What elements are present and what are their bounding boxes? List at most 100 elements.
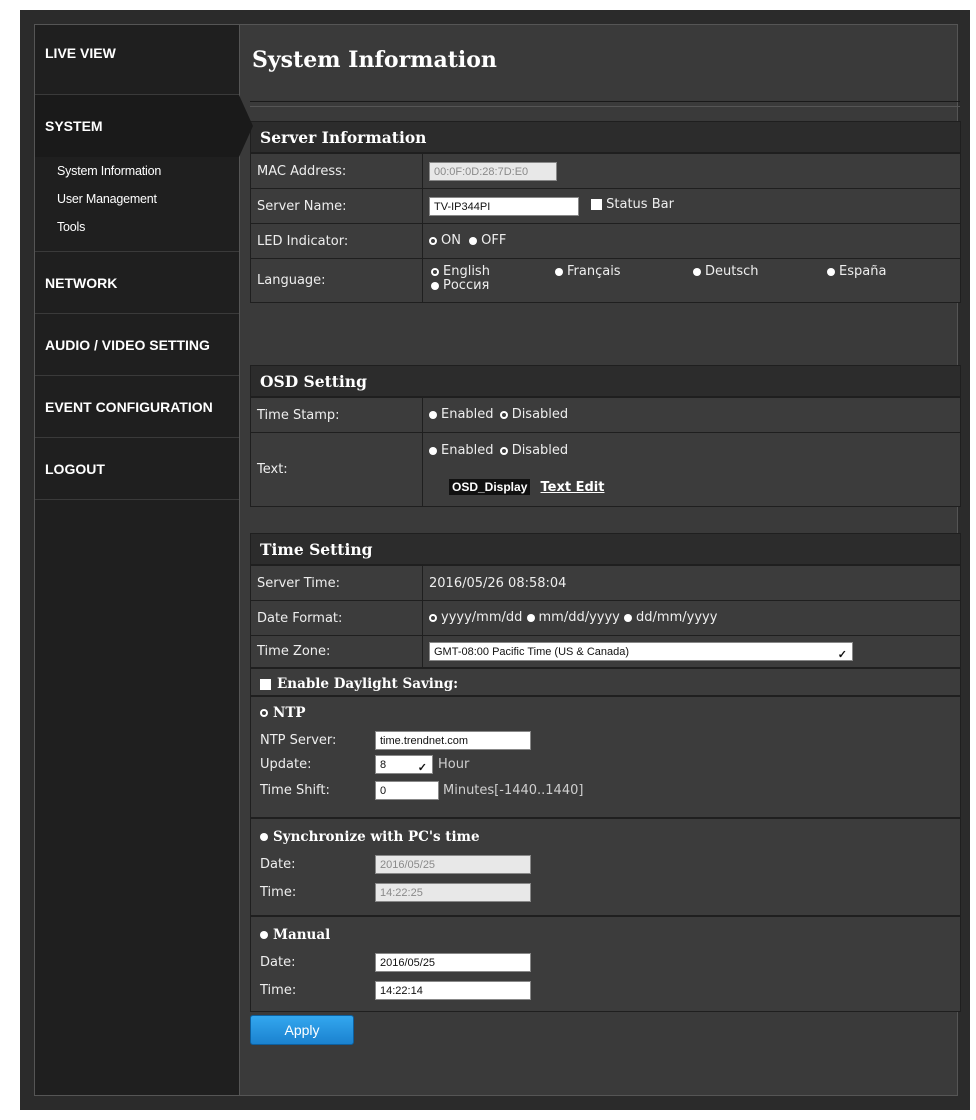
nav-event-label: EVENT CONFIGURATION	[45, 398, 213, 415]
time-zone-cell: GMT-08:00 Pacific Time (US & Canada) ✓	[422, 635, 961, 668]
manual-radio[interactable]	[260, 931, 268, 939]
format-ymd-radio[interactable]	[429, 613, 437, 622]
language-german-radio[interactable]	[693, 267, 701, 276]
server-info-table: MAC Address: 00:0F:0D:28:7D:E0 Server Na…	[250, 153, 961, 303]
ntp-server-label: NTP Server:	[260, 733, 337, 748]
server-name-input[interactable]: TV-IP344PI	[429, 196, 579, 216]
manual-date-input[interactable]: 2016/05/25	[375, 953, 531, 972]
language-cell: English Français Deutsch España Россия	[422, 258, 961, 303]
update-select[interactable]: 8 ✓	[375, 755, 433, 774]
status-bar-label: Status Bar	[606, 196, 674, 212]
mac-cell: 00:0F:0D:28:7D:E0	[422, 153, 961, 189]
table-row: Time Zone: GMT-08:00 Pacific Time (US & …	[250, 635, 961, 668]
system-subnav: System Information User Management Tools	[35, 157, 239, 252]
time-stamp-disabled-radio[interactable]	[499, 410, 508, 419]
date-format-cell: yyyy/mm/dd mm/dd/yyyy dd/mm/yyyy	[422, 600, 961, 636]
sync-pc-radio[interactable]	[260, 833, 268, 841]
format-ymd-label: yyyy/mm/dd	[441, 610, 523, 626]
text-cell: Enabled Disabled OSD_Display Text Edit	[422, 432, 961, 507]
subnav-tools[interactable]: Tools	[57, 213, 239, 241]
update-value: 8	[380, 759, 387, 771]
sync-time-label: Time:	[260, 885, 297, 900]
time-stamp-enabled-radio[interactable]	[429, 410, 437, 419]
nav-audio-video-label: AUDIO / VIDEO SETTING	[45, 336, 210, 353]
apply-button[interactable]: Apply	[250, 1015, 354, 1045]
language-spanish-radio[interactable]	[827, 267, 835, 276]
led-off-radio[interactable]	[469, 236, 478, 245]
sidebar: LIVE VIEW SYSTEM System Information User…	[35, 25, 253, 1095]
language-english-label: English	[443, 264, 490, 279]
update-unit: Hour	[438, 757, 470, 772]
nav-system[interactable]: SYSTEM	[35, 95, 253, 157]
led-off-label: OFF	[481, 233, 507, 249]
nav-logout[interactable]: LOGOUT	[35, 438, 239, 500]
time-stamp-cell: Enabled Disabled	[422, 397, 961, 433]
chevron-down-icon: ✓	[417, 762, 427, 774]
time-zone-select[interactable]: GMT-08:00 Pacific Time (US & Canada) ✓	[429, 642, 853, 661]
osd-table: Time Stamp: Enabled Disabled Text: Enabl…	[250, 397, 961, 507]
section-heading: Time Setting	[250, 533, 961, 565]
update-label: Update:	[260, 757, 312, 772]
ntp-block: NTP NTP Server: time.trendnet.com Update:…	[250, 696, 961, 818]
daylight-saving-label: Enable Daylight Saving:	[277, 676, 459, 692]
daylight-saving-checkbox[interactable]	[260, 678, 271, 690]
mac-label: MAC Address:	[250, 153, 423, 189]
format-dmy-label: dd/mm/yyyy	[636, 610, 718, 626]
server-name-cell: TV-IP344PI Status Bar	[422, 188, 961, 224]
text-disabled-radio[interactable]	[499, 446, 508, 455]
manual-date-label: Date:	[260, 955, 296, 970]
section-heading: OSD Setting	[250, 365, 961, 397]
language-russian-radio[interactable]	[431, 281, 439, 290]
server-time-value: 2016/05/26 08:58:04	[422, 565, 961, 601]
led-on-radio[interactable]	[429, 236, 437, 245]
nav-event-configuration[interactable]: EVENT CONFIGURATION	[35, 376, 239, 438]
active-indicator-arrow	[239, 95, 253, 157]
manual-label: Manual	[273, 927, 331, 943]
language-french-radio[interactable]	[555, 267, 563, 276]
nav-live-view-label: LIVE VIEW	[45, 45, 116, 61]
ntp-server-input[interactable]: time.trendnet.com	[375, 731, 531, 750]
time-zone-label: Time Zone:	[250, 635, 423, 668]
chevron-down-icon: ✓	[837, 649, 847, 661]
table-row: Server Name: TV-IP344PI Status Bar	[250, 188, 961, 224]
time-shift-label: Time Shift:	[260, 783, 330, 798]
table-row: LED Indicator: ON OFF	[250, 223, 961, 259]
app-container: LIVE VIEW SYSTEM System Information User…	[34, 24, 961, 1096]
subnav-system-information[interactable]: System Information	[57, 157, 239, 185]
nav-network[interactable]: NETWORK	[35, 252, 239, 314]
text-disabled-label: Disabled	[511, 443, 569, 458]
nav-network-label: NETWORK	[45, 274, 118, 291]
ntp-radio[interactable]	[260, 709, 268, 717]
server-time-label: Server Time:	[250, 565, 423, 601]
mac-address-field: 00:0F:0D:28:7D:E0	[429, 161, 557, 181]
language-spanish-label: España	[839, 264, 887, 279]
language-german-label: Deutsch	[705, 264, 759, 279]
format-mdy-label: mm/dd/yyyy	[538, 610, 620, 626]
subnav-user-management[interactable]: User Management	[57, 185, 239, 213]
time-shift-input[interactable]: 0	[375, 781, 439, 800]
osd-text-display: OSD_Display	[449, 479, 531, 495]
manual-time-input[interactable]: 14:22:14	[375, 981, 531, 1000]
language-english-radio[interactable]	[431, 267, 439, 276]
format-dmy-radio[interactable]	[624, 613, 633, 622]
language-label: Language:	[250, 258, 423, 303]
nav-live-view[interactable]: LIVE VIEW	[35, 25, 239, 95]
text-enabled-label: Enabled	[441, 443, 494, 458]
table-row: Server Time: 2016/05/26 08:58:04	[250, 565, 961, 601]
ntp-label: NTP	[273, 705, 306, 721]
led-label: LED Indicator:	[250, 223, 423, 259]
sync-pc-label: Synchronize with PC's time	[273, 829, 480, 845]
time-stamp-label: Time Stamp:	[250, 397, 423, 433]
server-information-section: Server Information MAC Address: 00:0F:0D…	[250, 121, 961, 303]
text-label: Text:	[250, 432, 423, 507]
status-bar-checkbox[interactable]	[591, 198, 603, 210]
section-heading: Server Information	[250, 121, 961, 153]
text-enabled-radio[interactable]	[429, 446, 437, 455]
nav-logout-label: LOGOUT	[45, 460, 105, 477]
led-cell: ON OFF	[422, 223, 961, 259]
manual-time-label: Time:	[260, 983, 297, 998]
text-edit-link[interactable]: Text Edit	[541, 480, 605, 495]
title-divider	[250, 101, 960, 107]
format-mdy-radio[interactable]	[526, 613, 535, 622]
nav-audio-video[interactable]: AUDIO / VIDEO SETTING	[35, 314, 239, 376]
